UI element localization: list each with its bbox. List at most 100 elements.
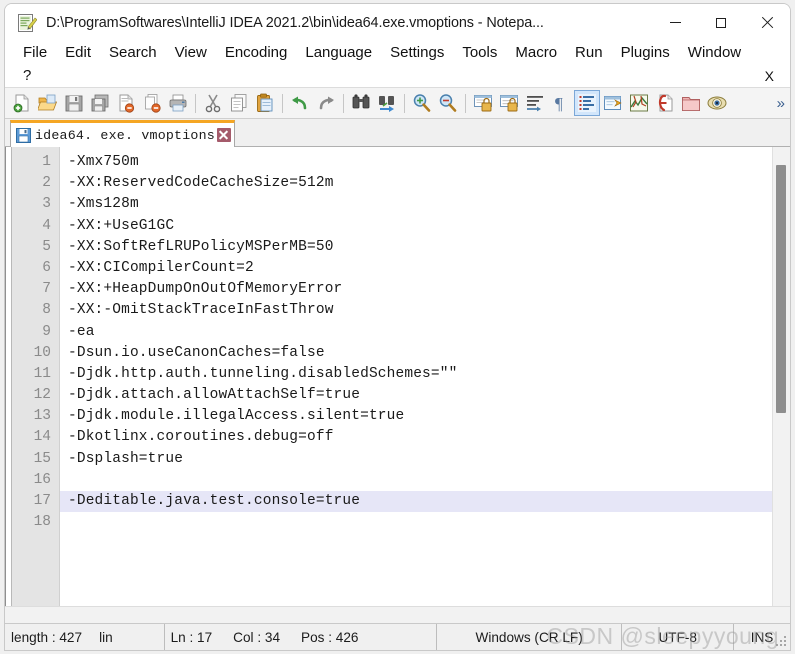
toolbar-paste-button[interactable]	[252, 90, 278, 116]
toolbar-show-indent-guide-button[interactable]	[574, 90, 600, 116]
code-line[interactable]: -XX:+HeapDumpOnOutOfMemoryError	[60, 279, 772, 300]
toolbar-close-all-button[interactable]	[139, 90, 165, 116]
code-line[interactable]: -XX:+UseG1GC	[60, 216, 772, 237]
code-line[interactable]: -XX:-OmitStackTraceInFastThrow	[60, 300, 772, 321]
toolbar-document-map-button[interactable]	[626, 90, 652, 116]
line-number: 5	[42, 238, 51, 255]
code-line[interactable]: -XX:ReservedCodeCacheSize=512m	[60, 173, 772, 194]
menu-item-encoding[interactable]: Encoding	[216, 41, 297, 64]
status-pos: Pos : 426	[301, 629, 359, 645]
code-line[interactable]: -Xmx750m	[60, 152, 772, 173]
redo-icon	[316, 93, 336, 113]
menu-item-help[interactable]: ?	[14, 64, 40, 87]
toolbar-show-all-chars-button[interactable]: ¶	[548, 90, 574, 116]
toolbar-save-all-button[interactable]	[87, 90, 113, 116]
toolbar-overflow-chevron-icon[interactable]: »	[777, 95, 785, 112]
toolbar-function-list-button[interactable]	[652, 90, 678, 116]
status-encoding[interactable]: UTF-8	[622, 623, 735, 650]
menu-close-document-button[interactable]: X	[761, 68, 778, 84]
code-line[interactable]	[60, 512, 772, 533]
resize-grip-icon[interactable]	[776, 636, 787, 647]
maximize-button[interactable]	[698, 5, 744, 41]
menu-item-search[interactable]: Search	[100, 41, 166, 64]
monitoring-icon	[707, 93, 727, 113]
toolbar-undo-button[interactable]	[287, 90, 313, 116]
code-line[interactable]: -Dsun.io.useCanonCaches=false	[60, 343, 772, 364]
code-line[interactable]: -Dkotlinx.coroutines.debug=off	[60, 427, 772, 448]
status-length-label: length : 427	[11, 629, 83, 645]
menu-item-plugins[interactable]: Plugins	[612, 41, 679, 64]
toolbar-redo-button[interactable]	[313, 90, 339, 116]
close-all-icon	[142, 93, 162, 113]
code-line[interactable]: -Djdk.module.illegalAccess.silent=true	[60, 406, 772, 427]
show-all-chars-icon: ¶	[551, 93, 571, 113]
window-title: D:\ProgramSoftwares\IntelliJ IDEA 2021.2…	[46, 14, 544, 31]
menu-item-language[interactable]: Language	[296, 41, 381, 64]
code-line[interactable]: -Djdk.http.auth.tunneling.disabledScheme…	[60, 364, 772, 385]
toolbar-sync-vertical-button[interactable]	[470, 90, 496, 116]
toolbar-word-wrap-button[interactable]	[522, 90, 548, 116]
menu-item-run[interactable]: Run	[566, 41, 612, 64]
menu-item-window[interactable]: Window	[679, 41, 750, 64]
paste-icon	[255, 93, 275, 113]
menu-item-file[interactable]: File	[14, 41, 56, 64]
toolbar-find-button[interactable]	[348, 90, 374, 116]
code-line[interactable]: -Djdk.attach.allowAttachSelf=true	[60, 385, 772, 406]
toolbar-new-file-button[interactable]	[9, 90, 35, 116]
toolbar-save-button[interactable]	[61, 90, 87, 116]
toolbar-copy-button[interactable]	[226, 90, 252, 116]
line-number: 14	[33, 429, 51, 446]
line-number: 9	[42, 323, 51, 340]
code-line[interactable]: -XX:SoftRefLRUPolicyMSPerMB=50	[60, 237, 772, 258]
word-wrap-icon	[525, 93, 545, 113]
tab-idea64-vmoptions[interactable]: idea64. exe. vmoptions	[10, 120, 235, 147]
minimize-button[interactable]	[652, 5, 698, 41]
code-line[interactable]: -Dsplash=true	[60, 449, 772, 470]
tab-bar: idea64. exe. vmoptions	[5, 119, 790, 147]
toolbar-print-button[interactable]	[165, 90, 191, 116]
function-list-icon	[655, 93, 675, 113]
status-lines-label: lin	[99, 629, 113, 645]
undo-icon	[290, 93, 310, 113]
toolbar: ¶»	[5, 87, 790, 119]
line-number: 3	[42, 196, 51, 213]
toolbar-zoom-in-button[interactable]	[409, 90, 435, 116]
line-number: 6	[42, 259, 51, 276]
toolbar-replace-button[interactable]	[374, 90, 400, 116]
line-number: 7	[42, 281, 51, 298]
toolbar-zoom-out-button[interactable]	[435, 90, 461, 116]
menu-item-tools[interactable]: Tools	[453, 41, 506, 64]
close-icon	[761, 17, 773, 29]
toolbar-open-folder-button[interactable]	[35, 90, 61, 116]
toolbar-separator	[465, 93, 466, 113]
menu-item-settings[interactable]: Settings	[381, 41, 453, 64]
notepadpp-icon	[17, 13, 38, 33]
code-line[interactable]: -Xms128m	[60, 194, 772, 215]
toolbar-separator	[282, 93, 283, 113]
code-line[interactable]: -ea	[60, 322, 772, 343]
vertical-scrollbar[interactable]	[772, 147, 790, 606]
toolbar-close-file-button[interactable]	[113, 90, 139, 116]
code-text-area[interactable]: -Xmx750m -XX:ReservedCodeCacheSize=512m -X…	[60, 147, 772, 606]
status-bar: length : 427 lin Ln : 17 Col : 34 Pos : …	[5, 623, 790, 650]
code-line[interactable]: -XX:CICompilerCount=2	[60, 258, 772, 279]
menu-item-view[interactable]: View	[166, 41, 216, 64]
vertical-scrollbar-thumb[interactable]	[776, 165, 786, 413]
line-number: 11	[33, 365, 51, 382]
toolbar-folder-workspace-button[interactable]	[678, 90, 704, 116]
tab-close-icon[interactable]	[216, 128, 231, 142]
toolbar-cut-button[interactable]	[200, 90, 226, 116]
close-button[interactable]	[744, 5, 790, 41]
replace-icon	[377, 93, 397, 113]
toolbar-sync-horizontal-button[interactable]	[496, 90, 522, 116]
horizontal-scrollbar[interactable]	[5, 606, 790, 623]
code-line[interactable]: -Deditable.java.test.console=true	[60, 491, 772, 513]
menu-item-macro[interactable]: Macro	[506, 41, 566, 64]
toolbar-monitoring-button[interactable]	[704, 90, 730, 116]
menu-item-edit[interactable]: Edit	[56, 41, 100, 64]
status-length-lines: length : 427 lin	[5, 623, 165, 650]
toolbar-user-defined-dialog-button[interactable]	[600, 90, 626, 116]
code-line[interactable]	[60, 470, 772, 491]
status-eol-format[interactable]: Windows (CR LF)	[437, 623, 623, 650]
menu-row-primary: File Edit Search View Encoding Language Settin…	[14, 41, 790, 64]
